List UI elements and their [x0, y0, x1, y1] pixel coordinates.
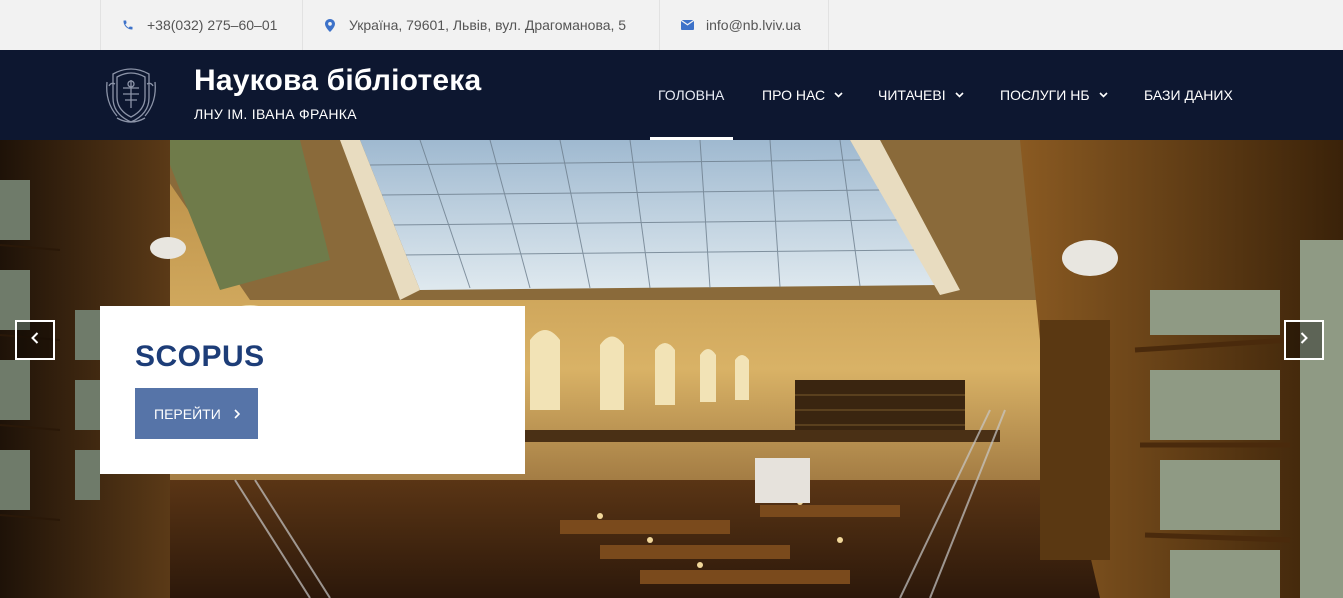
site-title[interactable]: Наукова бібліотека	[194, 64, 481, 98]
contact-address[interactable]: Україна, 79601, Львів, вул. Драгоманова,…	[302, 0, 659, 50]
chevron-left-icon	[31, 331, 39, 349]
hero-slider: SCOPUS ПЕРЕЙТИ	[0, 140, 1343, 598]
contact-address-text: Україна, 79601, Львів, вул. Драгоманова,…	[349, 17, 627, 33]
site-subtitle: ЛНУ ІМ. ІВАНА ФРАНКА	[194, 106, 357, 122]
university-crest-icon[interactable]	[103, 62, 159, 126]
chevron-down-icon	[955, 90, 965, 100]
chevron-down-icon	[834, 90, 844, 100]
nav-item-home[interactable]: ГОЛОВНА	[658, 50, 724, 140]
contact-phone[interactable]: +38(032) 275–60–01	[100, 0, 302, 50]
slide-caption-card: SCOPUS ПЕРЕЙТИ	[100, 306, 525, 474]
site-header: Наукова бібліотека ЛНУ ІМ. ІВАНА ФРАНКА …	[0, 50, 1343, 140]
nav-label: ПОСЛУГИ НБ	[1000, 87, 1090, 103]
contact-phone-text: +38(032) 275–60–01	[147, 17, 278, 33]
map-marker-icon	[323, 18, 337, 32]
nav-label: ГОЛОВНА	[658, 87, 725, 103]
top-contact-bar: +38(032) 275–60–01 Україна, 79601, Львів…	[0, 0, 1343, 50]
nav-item-readers[interactable]: ЧИТАЧЕВІ	[878, 50, 965, 140]
slide-title: SCOPUS	[135, 340, 265, 373]
slider-prev-button[interactable]	[15, 320, 55, 360]
chevron-right-icon	[1300, 331, 1308, 349]
phone-icon	[121, 18, 135, 32]
slide-go-button-label: ПЕРЕЙТИ	[154, 405, 221, 422]
slide-go-button[interactable]: ПЕРЕЙТИ	[135, 388, 258, 439]
nav-item-services[interactable]: ПОСЛУГИ НБ	[1000, 50, 1109, 140]
nav-label: БАЗИ ДАНИХ	[1144, 87, 1233, 103]
nav-item-databases[interactable]: БАЗИ ДАНИХ	[1144, 50, 1233, 140]
nav-label: ПРО НАС	[762, 87, 826, 103]
chevron-down-icon	[1098, 90, 1109, 100]
contact-email[interactable]: info@nb.lviv.ua	[659, 0, 829, 50]
contact-email-text: info@nb.lviv.ua	[706, 17, 801, 33]
nav-label: ЧИТАЧЕВІ	[878, 87, 946, 103]
chevron-right-icon	[234, 408, 240, 419]
envelope-icon	[680, 18, 694, 32]
nav-item-about[interactable]: ПРО НАС	[762, 50, 844, 140]
slider-next-button[interactable]	[1284, 320, 1324, 360]
